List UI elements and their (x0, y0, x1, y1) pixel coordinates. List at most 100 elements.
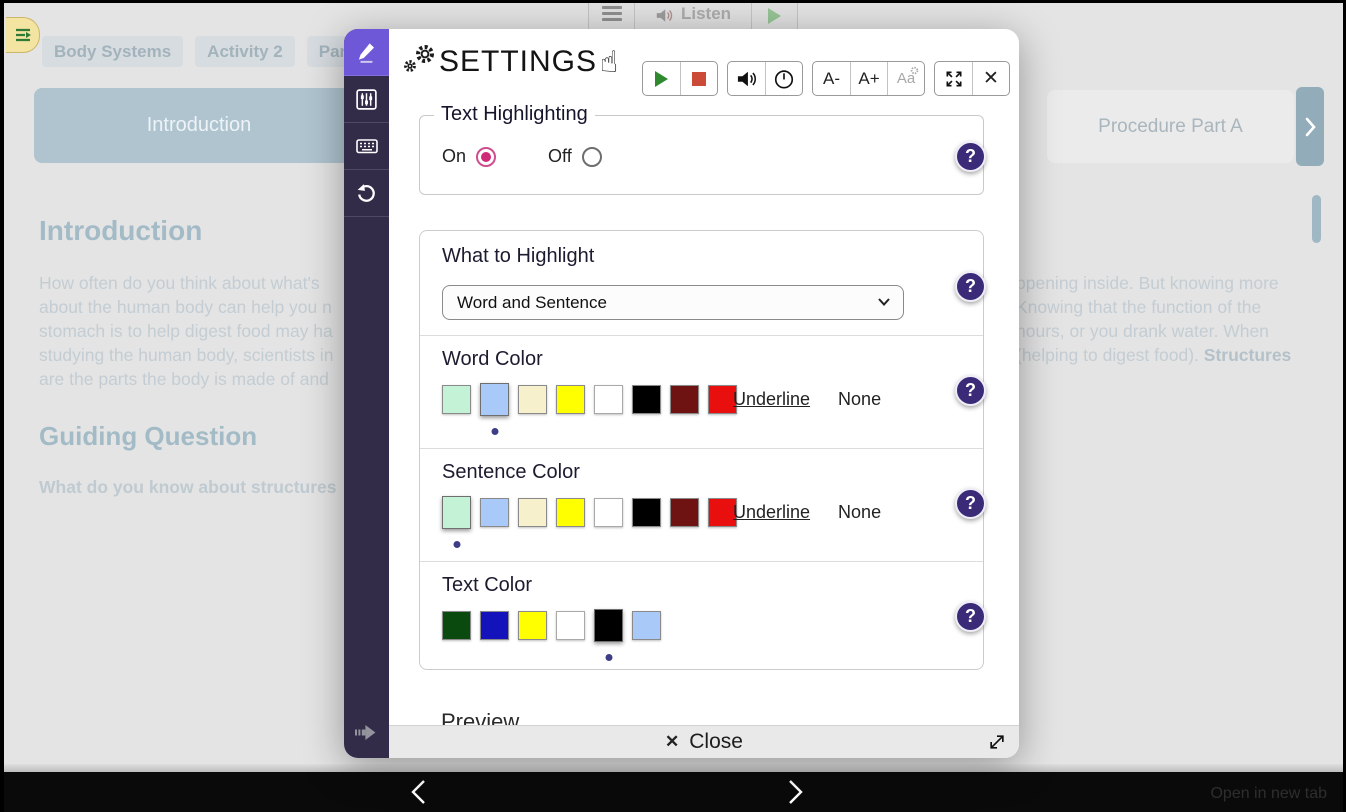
color-swatch[interactable] (480, 383, 509, 416)
speed-button[interactable] (765, 62, 802, 95)
color-swatch[interactable] (632, 611, 661, 640)
word-none-option[interactable]: None (838, 389, 881, 410)
color-swatch[interactable] (670, 385, 699, 414)
selected-indicator-dot (491, 428, 498, 435)
off-label: Off (548, 146, 572, 167)
text-color-label: Text Color (442, 574, 532, 597)
sidebar-tab-keyboard[interactable] (344, 123, 389, 170)
sentence-none-option[interactable]: None (838, 502, 881, 523)
color-swatch[interactable] (556, 611, 585, 640)
guiding-question-heading: Guiding Question (39, 421, 257, 452)
next-tab-button[interactable] (1296, 87, 1324, 166)
color-swatch[interactable] (442, 385, 471, 414)
sidebar-tab-reset[interactable] (344, 170, 389, 217)
tab-introduction[interactable]: Introduction (34, 88, 364, 163)
play-icon (768, 8, 781, 24)
close-settings-button[interactable]: ✕ (972, 62, 1009, 95)
toolbar-play-button[interactable] (751, 0, 798, 31)
small-gear-icon (910, 66, 919, 75)
color-swatch[interactable] (632, 385, 661, 414)
stop-icon (692, 72, 706, 86)
word-color-swatches (442, 385, 737, 414)
page-scrollbar-thumb[interactable] (1312, 195, 1321, 243)
color-swatch[interactable] (518, 498, 547, 527)
on-radio[interactable] (476, 147, 496, 167)
arrow-right-icon (352, 721, 380, 743)
sentence-color-label: Sentence Color (442, 461, 580, 484)
help-button-sentence-color[interactable]: ? (955, 488, 986, 519)
text-highlighting-fieldset: Text Highlighting On Off (419, 115, 984, 195)
highlighting-toggle: On Off (442, 146, 602, 167)
color-swatch[interactable] (594, 498, 623, 527)
intro-paragraph-left: How often do you think about what'sabout… (39, 271, 359, 391)
modal-close-bar[interactable]: ✕ Close (389, 725, 1019, 758)
settings-panel: SETTINGS (389, 29, 1019, 758)
what-to-highlight-select[interactable]: Word and Sentence (442, 285, 904, 320)
help-button-what-to-highlight[interactable]: ? (955, 271, 986, 302)
toolbar-menu-button[interactable] (588, 0, 635, 31)
audio-button-group (727, 61, 803, 96)
page-bottom-edge (4, 764, 1343, 772)
color-swatch[interactable] (480, 498, 509, 527)
play-speech-button[interactable] (643, 62, 680, 95)
volume-button[interactable] (728, 62, 765, 95)
font-button-group: A- A+ Aa (812, 61, 925, 96)
guiding-question-text: What do you know about structures (39, 477, 337, 498)
font-options-button[interactable]: Aa (887, 62, 924, 95)
listen-button[interactable]: Listen (634, 0, 752, 31)
close-label: Close (689, 730, 743, 754)
font-smaller-button[interactable]: A- (813, 62, 850, 95)
expand-icon (944, 69, 964, 89)
tab-procedure-part-a[interactable]: Procedure Part A (1047, 90, 1294, 163)
sidebar-tab-highlighting[interactable] (344, 29, 389, 76)
fullscreen-button[interactable] (935, 62, 972, 95)
open-menu-button[interactable] (6, 17, 40, 53)
what-to-highlight-label: What to Highlight (442, 245, 594, 268)
keyboard-icon (354, 134, 380, 158)
color-swatch[interactable] (632, 498, 661, 527)
next-page-button[interactable] (784, 779, 806, 805)
play-icon (655, 71, 668, 87)
menu-arrow-icon (14, 27, 32, 43)
resize-diagonal-icon[interactable] (987, 732, 1007, 752)
dock-sidebar-button[interactable] (352, 721, 380, 748)
prev-page-button[interactable] (408, 779, 430, 805)
stop-speech-button[interactable] (680, 62, 717, 95)
color-swatch[interactable] (518, 611, 547, 640)
selected-option: Word and Sentence (457, 293, 607, 313)
color-swatch[interactable] (670, 498, 699, 527)
word-style-options: Underline None (733, 389, 881, 410)
color-swatch[interactable] (442, 611, 471, 640)
highlighter-pencil-icon (354, 39, 380, 65)
chevron-right-icon (1304, 117, 1316, 137)
sidebar-tab-preferences[interactable] (344, 76, 389, 123)
selected-indicator-dot (605, 654, 612, 661)
font-larger-button[interactable]: A+ (850, 62, 887, 95)
intro-paragraph-right: ppening inside. But knowing moreKnowing … (1016, 271, 1316, 367)
text-color-swatches (442, 611, 661, 640)
open-in-new-tab-link[interactable]: Open in new tab (1210, 785, 1327, 803)
color-swatch[interactable] (480, 611, 509, 640)
help-button-highlighting[interactable]: ? (955, 141, 986, 172)
sentence-underline-option[interactable]: Underline (733, 502, 810, 523)
color-swatch[interactable] (594, 609, 623, 642)
color-swatch[interactable] (442, 496, 471, 529)
cursor-pointer: ☝ (600, 45, 618, 80)
off-radio[interactable] (582, 147, 602, 167)
color-swatch[interactable] (518, 385, 547, 414)
help-button-word-color[interactable]: ? (955, 375, 986, 406)
color-swatch[interactable] (594, 385, 623, 414)
speed-gauge-icon (773, 68, 795, 90)
settings-header-buttons: A- A+ Aa (642, 61, 1010, 96)
listen-label: Listen (681, 4, 731, 24)
breadcrumb-activity-2[interactable]: Activity 2 (195, 36, 295, 67)
color-swatch[interactable] (556, 385, 585, 414)
word-underline-option[interactable]: Underline (733, 389, 810, 410)
breadcrumb-body-systems[interactable]: Body Systems (42, 36, 183, 67)
close-x-icon: ✕ (665, 732, 679, 752)
color-swatch[interactable] (556, 498, 585, 527)
settings-sidebar (344, 29, 389, 758)
help-button-text-color[interactable]: ? (955, 601, 986, 632)
on-label: On (442, 146, 466, 167)
window-button-group: ✕ (934, 61, 1010, 96)
